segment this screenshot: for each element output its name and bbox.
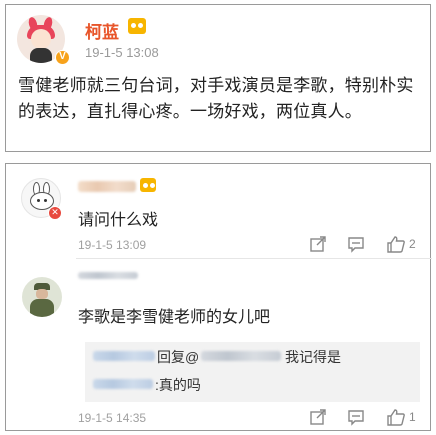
reply-to-label: 回复@ (157, 349, 200, 365)
commenter-name-redacted[interactable] (78, 181, 136, 192)
reply-target-redacted[interactable] (201, 351, 281, 361)
like-button[interactable]: 2 (386, 235, 416, 253)
like-button[interactable]: 1 (386, 408, 416, 426)
reply-author-redacted[interactable] (93, 379, 153, 389)
reply-text: :真的吗 (155, 377, 201, 393)
like-count: 1 (409, 410, 416, 424)
share-icon (310, 409, 326, 425)
like-count: 2 (409, 237, 416, 251)
thumbs-up-icon (387, 409, 405, 426)
vip-crown-icon (140, 178, 156, 192)
share-icon (310, 236, 326, 252)
thumbs-up-icon (387, 236, 405, 253)
reply-thread[interactable]: 回复@ 我记得是 :真的吗 (85, 342, 420, 402)
user-badge-icon: ✕ (48, 206, 62, 220)
commenter-name-redacted[interactable] (78, 272, 138, 279)
soldier-avatar[interactable] (22, 277, 62, 317)
comment-button[interactable] (347, 408, 365, 426)
share-button[interactable] (309, 235, 327, 253)
reply-text: 我记得是 (285, 349, 341, 365)
share-button[interactable] (309, 408, 327, 426)
comment-text: 李歌是李雪健老师的女儿吧 (78, 309, 271, 326)
post-author-name[interactable]: 柯蓝 (85, 18, 119, 43)
comment-icon (348, 410, 364, 426)
comment-timestamp: 19-1-5 14:35 (78, 411, 147, 425)
original-post-card: V 柯蓝 19-1-5 13:08 雪健老师就三句台词，对手戏演员是李歌，特别朴… (5, 4, 431, 152)
post-timestamp: 19-1-5 13:08 (85, 45, 159, 60)
comments-card: ✕ 请问什么戏 19-1-5 13:09 2 李歌是李雪健老师的女儿吧 回复@ … (5, 163, 432, 431)
post-body-text: 雪健老师就三句台词，对手戏演员是李歌，特别朴实的表达，直扎得心疼。一场好戏，两位… (18, 76, 414, 121)
comment-icon (348, 237, 364, 253)
comment-button[interactable] (347, 235, 365, 253)
verified-badge-icon: V (55, 50, 70, 65)
comment-text: 请问什么戏 (78, 212, 159, 229)
vip-crown-icon (128, 18, 146, 34)
comment-timestamp: 19-1-5 13:09 (78, 238, 147, 252)
comment-divider (76, 258, 432, 259)
reply-author-redacted[interactable] (93, 351, 155, 361)
